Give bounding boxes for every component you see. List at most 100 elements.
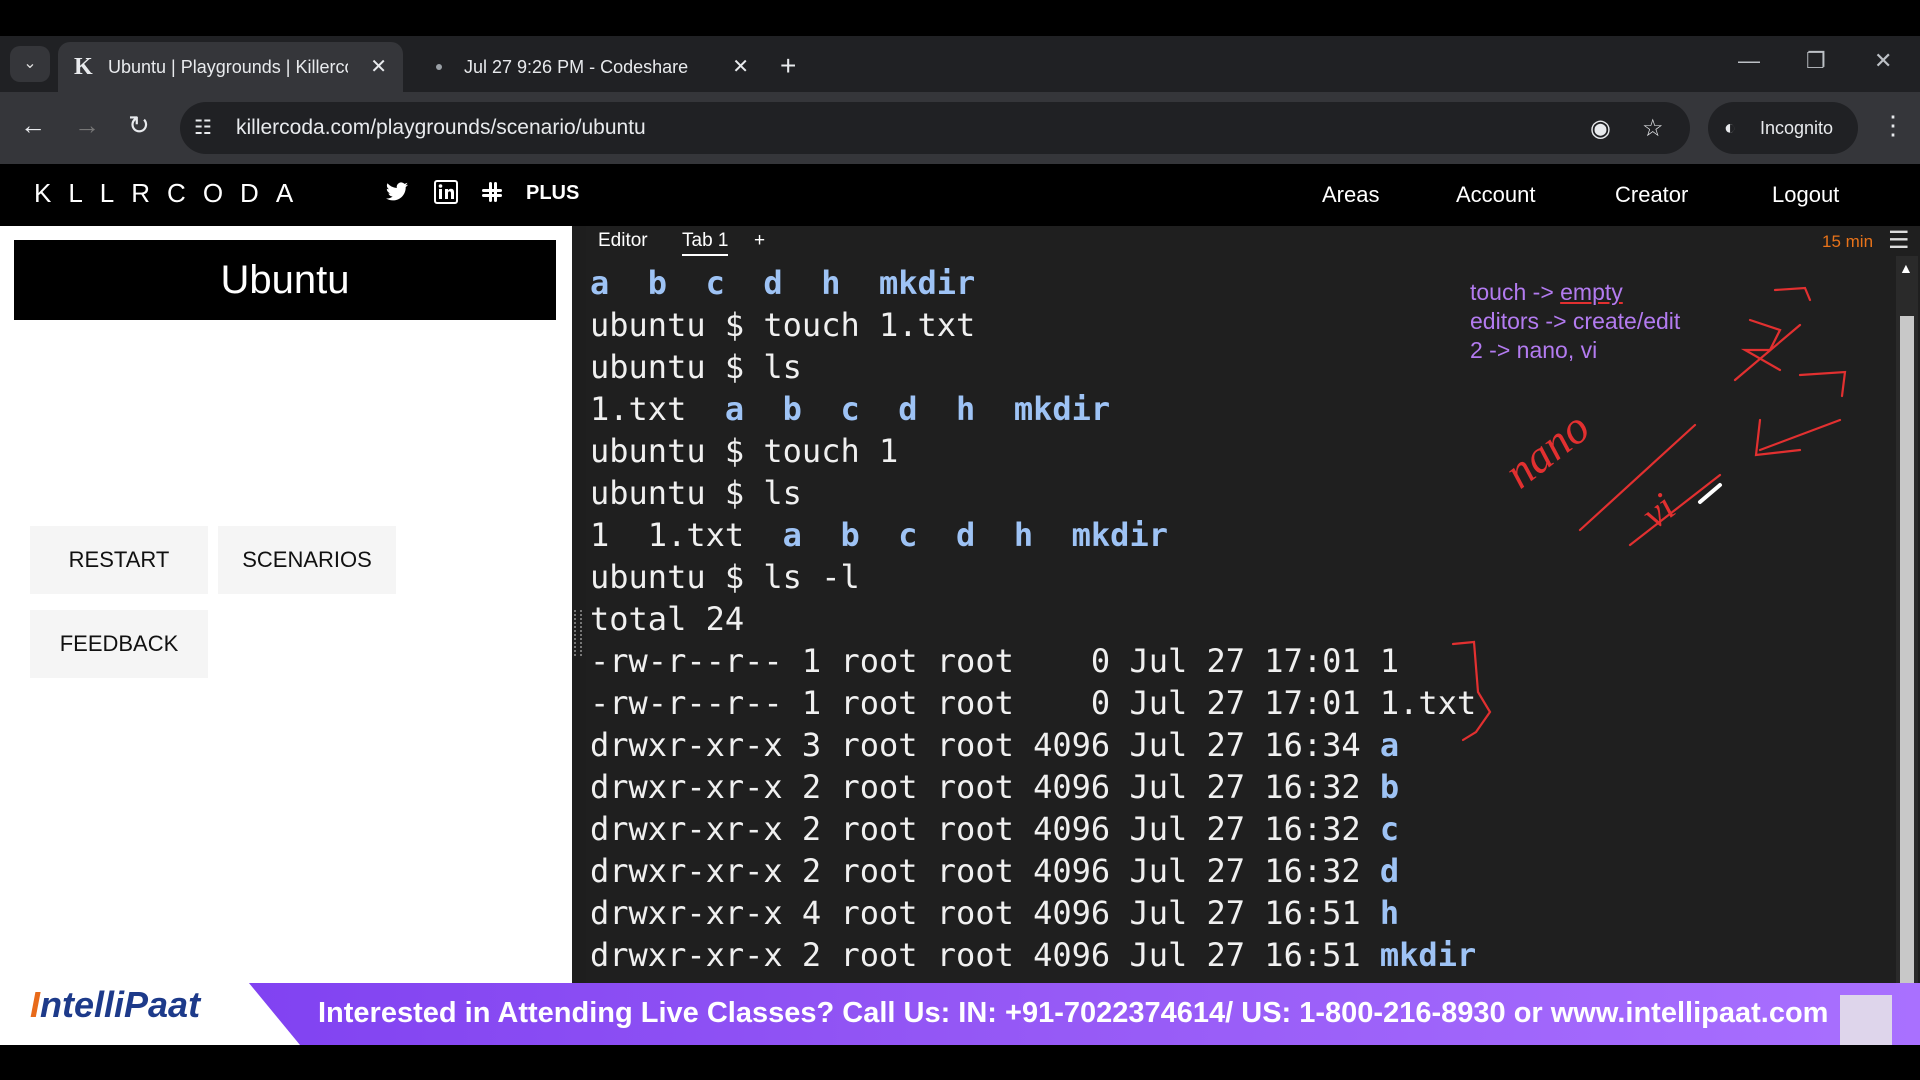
terminal-dir-entry: d — [1379, 852, 1400, 890]
terminal-tabs: Editor Tab 1 + 15 min ☰ — [586, 226, 1920, 260]
terminal-text: ubuntu $ touch 1 — [590, 432, 899, 470]
terminal-line: ubuntu $ ls — [590, 346, 1476, 388]
minimize-icon[interactable]: — — [1738, 48, 1760, 74]
handwritten-annotations: nano vi — [1495, 286, 1847, 547]
screen-top-bar — [0, 0, 1920, 36]
nav-areas[interactable]: Areas — [1322, 182, 1379, 208]
terminal-text: ubuntu $ ls -l — [590, 558, 860, 596]
scenarios-button[interactable]: SCENARIOS — [218, 526, 396, 594]
site-settings-icon[interactable]: ☷ — [194, 115, 212, 140]
nav-creator[interactable]: Creator — [1615, 182, 1688, 208]
terminal-text: 1.txt — [590, 390, 725, 428]
scenario-panel: Ubuntu RESTART SCENARIOS FEEDBACK — [0, 226, 572, 983]
plus-link[interactable]: PLUS — [526, 182, 579, 205]
terminal-line: ubuntu $ touch 1 — [590, 430, 1476, 472]
twitter-icon[interactable] — [384, 180, 410, 211]
tab-search-chevron-icon[interactable]: ⌄ — [10, 46, 50, 82]
tab-tab1[interactable]: Tab 1 — [682, 230, 729, 256]
killercoda-logo[interactable]: KLLRCODA — [34, 178, 310, 209]
address-bar[interactable]: ☷ killercoda.com/playgrounds/scenario/ub… — [180, 102, 1690, 154]
terminal-dir-entry: a — [1379, 726, 1400, 764]
browser-tab-killercoda[interactable]: K Ubuntu | Playgrounds | Killerco ✕ — [58, 42, 403, 92]
add-tab-icon[interactable]: + — [754, 230, 765, 252]
scenario-title: Ubuntu — [14, 240, 556, 320]
terminal-line: drwxr-xr-x 4 root root 4096 Jul 27 16:51… — [590, 892, 1476, 934]
bookmark-star-icon[interactable]: ☆ — [1642, 114, 1664, 143]
url-text[interactable]: killercoda.com/playgrounds/scenario/ubun… — [236, 102, 646, 154]
close-tab-icon[interactable]: ✕ — [370, 42, 387, 92]
tab-title: Jul 27 9:26 PM - Codeshare — [464, 57, 689, 77]
terminal-text: 1 1.txt — [590, 516, 783, 554]
terminal-line: 1.txt a b c d h mkdir — [590, 388, 1476, 430]
terminal-line: a b c d h mkdir — [590, 262, 1476, 304]
terminal-text: ubuntu $ ls — [590, 348, 802, 386]
panel-resize-divider[interactable] — [572, 226, 586, 983]
linkedin-icon[interactable] — [434, 180, 458, 211]
terminal-dir-entry: c — [1379, 810, 1400, 848]
nav-account[interactable]: Account — [1456, 182, 1536, 208]
terminal-line: drwxr-xr-x 2 root root 4096 Jul 27 16:32… — [590, 850, 1476, 892]
terminal-dir-entry: a b c d h mkdir — [782, 516, 1168, 554]
handwritten-vi: vi — [1633, 484, 1683, 537]
terminal-text: total 24 — [590, 600, 745, 638]
browser-tab-codeshare[interactable]: Jul 27 9:26 PM - Codeshare ✕ — [420, 42, 765, 92]
terminal-line: -rw-r--r-- 1 root root 0 Jul 27 17:01 1.… — [590, 682, 1476, 724]
reload-icon[interactable]: ↻ — [128, 110, 150, 141]
terminal-dir-entry: h — [1379, 894, 1400, 932]
terminal-scroll-thumb[interactable] — [1900, 316, 1914, 983]
terminal-text: -rw-r--r-- 1 root root 0 Jul 27 17:01 1 — [590, 642, 1400, 680]
terminal-line: ubuntu $ ls — [590, 472, 1476, 514]
restart-button[interactable]: RESTART — [30, 526, 208, 594]
terminal-line: total 24 — [590, 598, 1476, 640]
session-timer: 15 min — [1822, 232, 1874, 251]
hamburger-menu-icon[interactable]: ☰ — [1888, 226, 1910, 255]
terminal-text: -rw-r--r-- 1 root root 0 Jul 27 17:01 1.… — [590, 684, 1477, 722]
forward-arrow-icon[interactable]: → — [74, 110, 100, 141]
terminal-dir-entry: mkdir — [1379, 936, 1477, 974]
resize-grip-icon[interactable] — [574, 610, 582, 656]
terminal-line: drwxr-xr-x 2 root root 4096 Jul 27 16:32… — [590, 766, 1476, 808]
tab-title: Ubuntu | Playgrounds | Killerco — [108, 57, 348, 77]
terminal-text: drwxr-xr-x 2 root root 4096 Jul 27 16:32 — [590, 810, 1380, 848]
terminal-text: drwxr-xr-x 3 root root 4096 Jul 27 16:34 — [590, 726, 1380, 764]
bracket-annotation — [1451, 640, 1492, 742]
terminal-line: ubuntu $ ls -l — [590, 556, 1476, 598]
terminal-text: drwxr-xr-x 4 root root 4096 Jul 27 16:51 — [590, 894, 1380, 932]
terminal-text: drwxr-xr-x 2 root root 4096 Jul 27 16:51 — [590, 936, 1380, 974]
terminal-text: drwxr-xr-x 2 root root 4096 Jul 27 16:32 — [590, 768, 1380, 806]
browser-tab-strip: ⌄ K Ubuntu | Playgrounds | Killerco ✕ Ju… — [0, 36, 1920, 92]
intellipaat-logo: IntelliPaat — [30, 984, 201, 1025]
nav-logout[interactable]: Logout — [1772, 182, 1839, 208]
browser-toolbar: ← → ↻ ☷ killercoda.com/playgrounds/scena… — [0, 92, 1920, 164]
tab-editor[interactable]: Editor — [598, 230, 648, 252]
codeshare-favicon-icon — [436, 64, 442, 70]
terminal-line: drwxr-xr-x 3 root root 4096 Jul 27 16:34… — [590, 724, 1476, 766]
banner-text[interactable]: Interested in Attending Live Classes? Ca… — [318, 997, 1828, 1030]
incognito-icon: ◐ — [1724, 117, 1737, 139]
browser-menu-icon[interactable]: ⋮ — [1880, 110, 1906, 141]
close-tab-icon[interactable]: ✕ — [732, 42, 749, 92]
terminal-line: 1 1.txt a b c d h mkdir — [590, 514, 1476, 556]
restore-icon[interactable]: ❐ — [1806, 48, 1826, 74]
screen-bottom-bar — [0, 1045, 1920, 1080]
window-close-icon[interactable]: ✕ — [1874, 48, 1892, 74]
terminal-text: drwxr-xr-x 2 root root 4096 Jul 27 16:32 — [590, 852, 1380, 890]
terminal-dir-entry: a b c d h mkdir — [590, 264, 976, 302]
terminal-line: drwxr-xr-x 2 root root 4096 Jul 27 16:32… — [590, 808, 1476, 850]
incognito-badge[interactable]: ◐ Incognito — [1708, 102, 1858, 154]
incognito-label: Incognito — [1760, 118, 1834, 138]
terminal-dir-entry: b — [1379, 768, 1400, 806]
terminal-dir-entry: a b c d h mkdir — [724, 390, 1111, 428]
feedback-button[interactable]: FEEDBACK — [30, 610, 208, 678]
eye-slash-icon[interactable]: ◉ — [1590, 114, 1611, 143]
terminal-line: drwxr-xr-x 2 root root 4096 Jul 27 16:51… — [590, 934, 1476, 976]
scroll-up-arrow-icon[interactable]: ▲ — [1899, 260, 1913, 276]
new-tab-plus-icon[interactable]: + — [780, 46, 796, 86]
app-header: KLLRCODA PLUS Areas Account Creator Logo… — [0, 164, 1920, 226]
terminal-output[interactable]: a b c d h mkdir ubuntu $ touch 1.txt ubunt… — [590, 262, 1476, 976]
terminal-line: ubuntu $ touch 1.txt — [590, 304, 1476, 346]
terminal-line: -rw-r--r-- 1 root root 0 Jul 27 17:01 1 — [590, 640, 1476, 682]
back-arrow-icon[interactable]: ← — [20, 110, 46, 141]
terminal-text: ubuntu $ ls — [590, 474, 802, 512]
slack-icon[interactable] — [480, 180, 504, 211]
